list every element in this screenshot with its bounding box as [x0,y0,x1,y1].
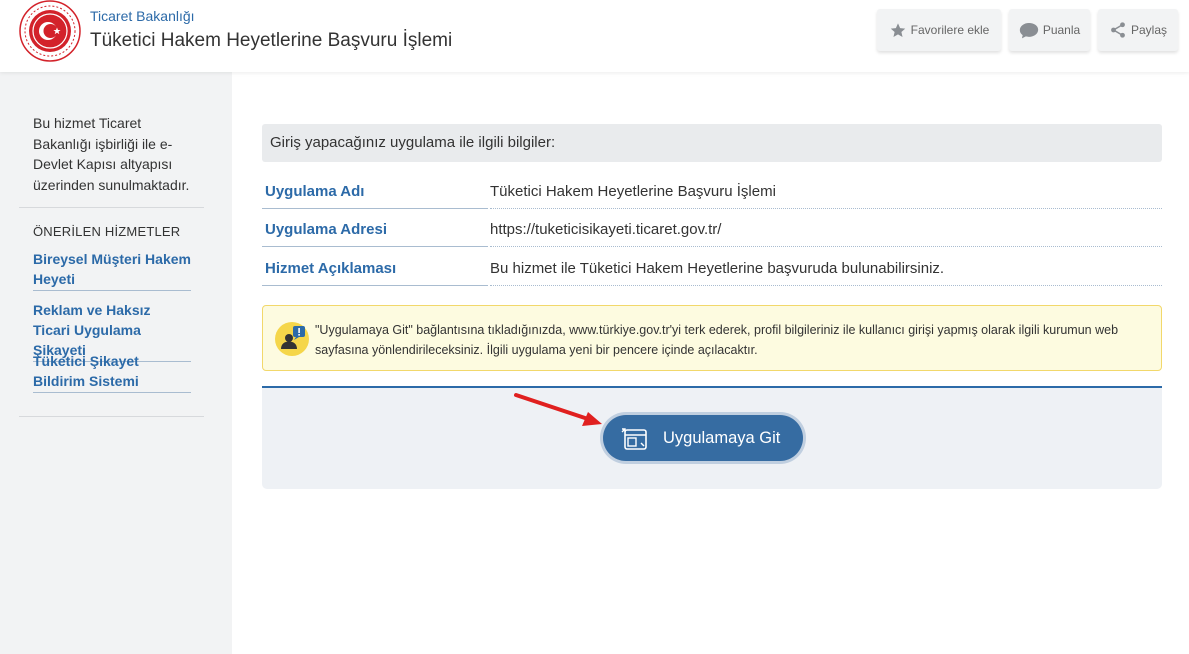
add-favorite-button[interactable]: Favorilere ekle [877,9,1001,51]
sidebar-divider [19,207,204,208]
ministry-logo[interactable] [17,0,83,64]
share-label: Paylaş [1130,23,1168,37]
sidebar-link-bireysel-musteri[interactable]: Bireysel Müşteri Hakem Heyeti [33,249,191,291]
page-header: Ticaret Bakanlığı Tüketici Hakem Heyetle… [0,0,1189,72]
app-address-label: Uygulama Adresi [262,221,488,247]
rate-label: Puanla [1042,23,1081,37]
rate-button[interactable]: Puanla [1009,9,1090,51]
open-window-icon [621,428,647,450]
star-icon [890,22,905,37]
ministry-name[interactable]: Ticaret Bakanlığı [90,8,195,24]
recommended-services-heading: ÖNERİLEN HİZMETLER [33,224,181,239]
user-info-icon [275,322,309,356]
app-address-value: https://tuketicisikayeti.ticaret.gov.tr/ [490,221,1162,247]
go-to-app-button[interactable]: Uygulamaya Git [603,415,803,461]
app-name-label: Uygulama Adı [262,183,488,209]
app-name-value: Tüketici Hakem Heyetlerine Başvuru İşlem… [490,183,1162,209]
speech-bubble-icon [1019,22,1038,38]
go-to-app-label: Uygulamaya Git [663,428,781,447]
share-icon [1111,22,1125,38]
redirect-notice: "Uygulamaya Git" bağlantısına tıkladığın… [262,305,1162,371]
service-description-label: Hizmet Açıklaması [262,260,488,286]
service-description-value: Bu hizmet ile Tüketici Hakem Heyetlerine… [490,260,1162,286]
service-info-text: Bu hizmet Ticaret Bakanlığı işbirliği il… [33,115,190,193]
redirect-notice-text: "Uygulamaya Git" bağlantısına tıkladığın… [315,323,1119,357]
page-title: Tüketici Hakem Heyetlerine Başvuru İşlem… [90,30,453,51]
add-favorite-label: Favorilere ekle [910,23,990,37]
share-button[interactable]: Paylaş [1098,9,1178,51]
app-info-header: Giriş yapacağınız uygulama ile ilgili bi… [262,124,1162,162]
sidebar-link-tuketici-sikayet[interactable]: Tüketici Şikayet Bildirim Sistemi [33,351,191,393]
sidebar-divider [19,416,204,417]
red-arrow-pointer [514,393,602,426]
sidebar: Bu hizmet Ticaret Bakanlığı işbirliği il… [0,72,232,654]
